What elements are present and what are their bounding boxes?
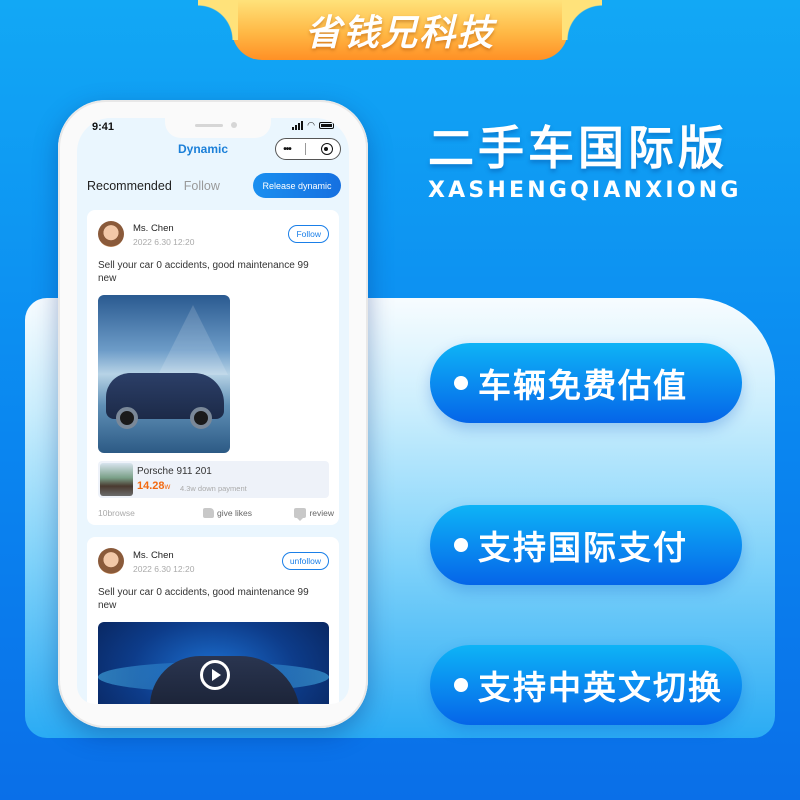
like-label: give likes (217, 508, 252, 518)
more-icon[interactable]: ••• (283, 144, 291, 155)
feature-label: 车辆免费估值 (478, 366, 688, 405)
price-unit: w (164, 482, 171, 491)
wifi-icon: ◠ (307, 120, 315, 130)
feature-pill-payment: 支持国际支付 (430, 505, 742, 585)
unfollow-button[interactable]: unfollow (281, 552, 329, 570)
tab-recommended[interactable]: Recommended (87, 179, 172, 193)
headline: 二手车国际版 (428, 121, 728, 175)
listing-name: Porsche 911 201 (137, 466, 212, 477)
down-payment: 4.3w down payment (180, 484, 247, 493)
bullet-icon (454, 538, 468, 552)
post-card: Ms. Chen 2022 6.30 12:20 unfollow Sell y… (87, 537, 339, 704)
brand-banner: 省钱兄科技 (198, 0, 602, 60)
post-text: Sell your car 0 accidents, good maintena… (98, 260, 309, 284)
feature-pill-language: 支持中英文切换 (430, 645, 742, 725)
bullet-icon (454, 376, 468, 390)
tab-follow[interactable]: Follow (184, 179, 220, 193)
price-value: 14.28 (137, 480, 165, 492)
phone-mockup: 9:41 ◠ Dynamic ••• Recommended Follow Re… (58, 100, 368, 728)
phone-notch (165, 118, 271, 138)
post-username: Ms. Chen (133, 223, 174, 234)
post-video[interactable] (98, 622, 329, 704)
post-text: Sell your car 0 accidents, good maintena… (98, 587, 309, 611)
post-username: Ms. Chen (133, 550, 174, 561)
wheel-graphic (190, 407, 212, 429)
post-time: 2022 6.30 12:20 (133, 564, 195, 574)
comment-icon (294, 508, 307, 521)
feature-pill-valuation: 车辆免费估值 (430, 343, 742, 423)
like-button[interactable]: give likes (203, 508, 252, 518)
release-dynamic-button[interactable]: Release dynamic (253, 173, 341, 198)
feed-tabs: Recommended Follow (87, 179, 220, 193)
speaker-icon (195, 124, 223, 127)
mini-program-capsule: ••• (275, 138, 341, 160)
close-target-icon[interactable] (320, 143, 333, 155)
browse-count: 10browse (98, 508, 135, 518)
phone-screen: 9:41 ◠ Dynamic ••• Recommended Follow Re… (77, 118, 349, 704)
camera-icon (231, 122, 237, 128)
feature-label: 支持中英文切换 (478, 668, 723, 707)
review-button[interactable]: review (294, 508, 334, 521)
wheel-graphic (116, 407, 138, 429)
post-image[interactable] (98, 295, 230, 453)
listing-price: 14.28w (137, 480, 170, 492)
avatar[interactable] (98, 221, 124, 247)
review-label: review (309, 508, 334, 518)
battery-icon (319, 122, 334, 129)
status-time: 9:41 (92, 121, 115, 133)
listing-thumbnail (100, 463, 133, 496)
status-icons: ◠ (292, 121, 334, 130)
thumbs-up-icon (203, 508, 214, 518)
brand-title: 省钱兄科技 (304, 13, 495, 54)
feature-label: 支持国际支付 (478, 528, 688, 567)
avatar[interactable] (98, 548, 124, 574)
follow-button[interactable]: Follow (288, 225, 329, 243)
capsule-divider (305, 143, 307, 155)
post-time: 2022 6.30 12:20 (133, 237, 195, 247)
bullet-icon (454, 678, 468, 692)
play-icon[interactable] (200, 660, 230, 690)
signal-icon (292, 121, 304, 130)
car-listing[interactable]: Porsche 911 201 14.28w 4.3w down payment (98, 461, 329, 498)
post-card: Ms. Chen 2022 6.30 12:20 Follow Sell you… (87, 210, 339, 525)
mountain-graphic (158, 305, 228, 375)
subheadline: XASHENGQIANXIONG (428, 178, 742, 203)
